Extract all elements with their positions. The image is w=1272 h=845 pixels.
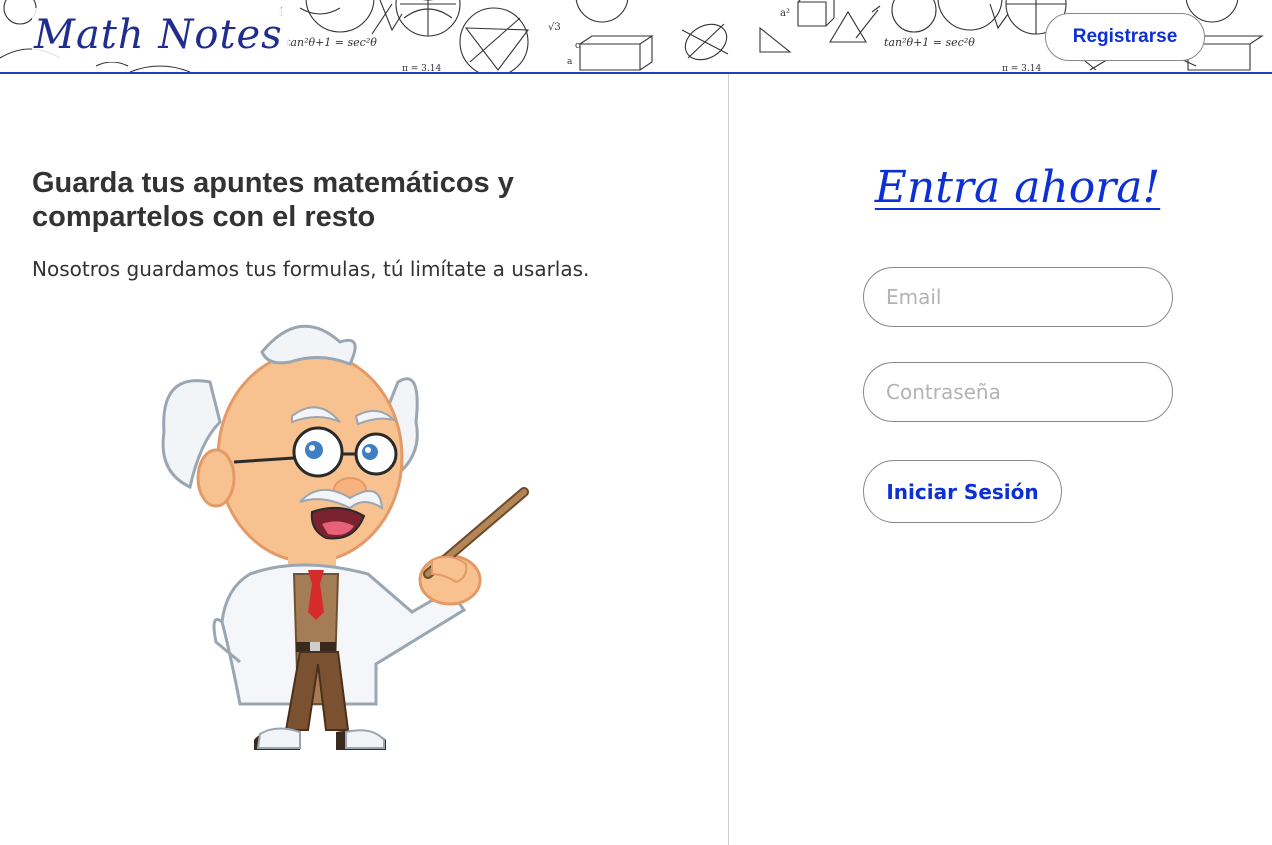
register-button[interactable]: Registrarse (1045, 13, 1205, 61)
svg-text:tan²θ+1 = sec²θ: tan²θ+1 = sec²θ (884, 36, 975, 49)
top-header: 1 tan²θ+1 = sec²θ π = 3.14 √3 c a a² tan… (0, 0, 1272, 74)
login-panel: Entra ahora! Iniciar Sesión (729, 74, 1272, 845)
svg-text:√3: √3 (548, 22, 561, 33)
hero-subtitle: Nosotros guardamos tus formulas, tú limí… (32, 257, 590, 281)
svg-text:tan²θ+1 = sec²θ: tan²θ+1 = sec²θ (286, 36, 377, 49)
app-logo[interactable]: Math Notes (32, 8, 289, 62)
svg-text:c: c (575, 41, 580, 51)
svg-text:a: a (567, 57, 573, 67)
svg-text:a²: a² (780, 8, 790, 19)
email-field[interactable] (863, 267, 1173, 327)
password-field[interactable] (863, 362, 1173, 422)
svg-text:π = 3.14: π = 3.14 (1002, 64, 1041, 74)
hero-section: Guarda tus apuntes matemáticos y compart… (0, 74, 728, 845)
login-button[interactable]: Iniciar Sesión (863, 460, 1062, 523)
login-title: Entra ahora! (874, 162, 1161, 213)
svg-text:π = 3.14: π = 3.14 (402, 64, 441, 74)
professor-with-pointer-illustration (161, 324, 529, 750)
hero-headline: Guarda tus apuntes matemáticos y compart… (32, 167, 514, 233)
